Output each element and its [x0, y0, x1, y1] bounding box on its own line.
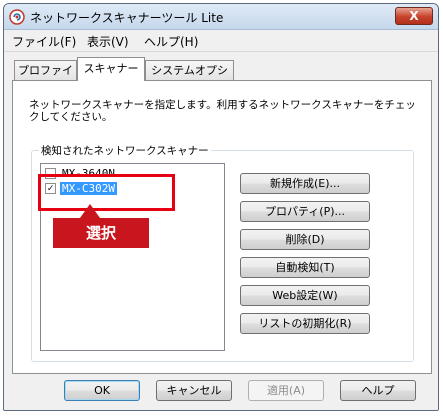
web-settings-button[interactable]: Web設定(W) — [240, 285, 370, 306]
cancel-button[interactable]: キャンセル — [156, 380, 232, 401]
new-button[interactable]: 新規作成(E)... — [240, 173, 370, 194]
close-icon: X — [409, 9, 419, 23]
menu-help[interactable]: ヘルプ(H) — [144, 33, 198, 50]
title-bar[interactable]: ネットワークスキャナーツール Lite X — [4, 4, 438, 30]
properties-button[interactable]: プロパティ(P)... — [240, 201, 370, 222]
help-button[interactable]: ヘルプ — [340, 380, 416, 401]
delete-button[interactable]: 削除(D) — [240, 229, 370, 250]
callout-arrow-icon — [80, 204, 100, 218]
tab-system-options[interactable]: システムオプション — [145, 60, 234, 96]
ok-button[interactable]: OK — [64, 380, 140, 401]
panel-description: ネットワークスキャナーを指定します。利用するネットワークスキャナーをチェックして… — [29, 99, 416, 123]
menu-file[interactable]: ファイル(F) — [12, 33, 76, 50]
app-icon — [9, 9, 25, 25]
tab-scanner[interactable]: スキャナー — [77, 57, 145, 81]
group-label: 検知されたネットワークスキャナー — [39, 143, 211, 158]
tab-profile[interactable]: プロファイル — [14, 60, 77, 96]
reset-list-button[interactable]: リストの初期化(R) — [240, 313, 370, 334]
auto-detect-button[interactable]: 自動検知(T) — [240, 257, 370, 278]
menu-bar: ファイル(F) 表示(V) ヘルプ(H) — [4, 30, 438, 52]
selection-highlight-box — [38, 174, 175, 211]
window-title: ネットワークスキャナーツール Lite — [30, 11, 224, 25]
close-button[interactable]: X — [395, 7, 433, 25]
apply-button[interactable]: 適用(A) — [248, 380, 324, 401]
select-callout: 選択 — [53, 218, 149, 248]
menu-view[interactable]: 表示(V) — [87, 33, 129, 50]
